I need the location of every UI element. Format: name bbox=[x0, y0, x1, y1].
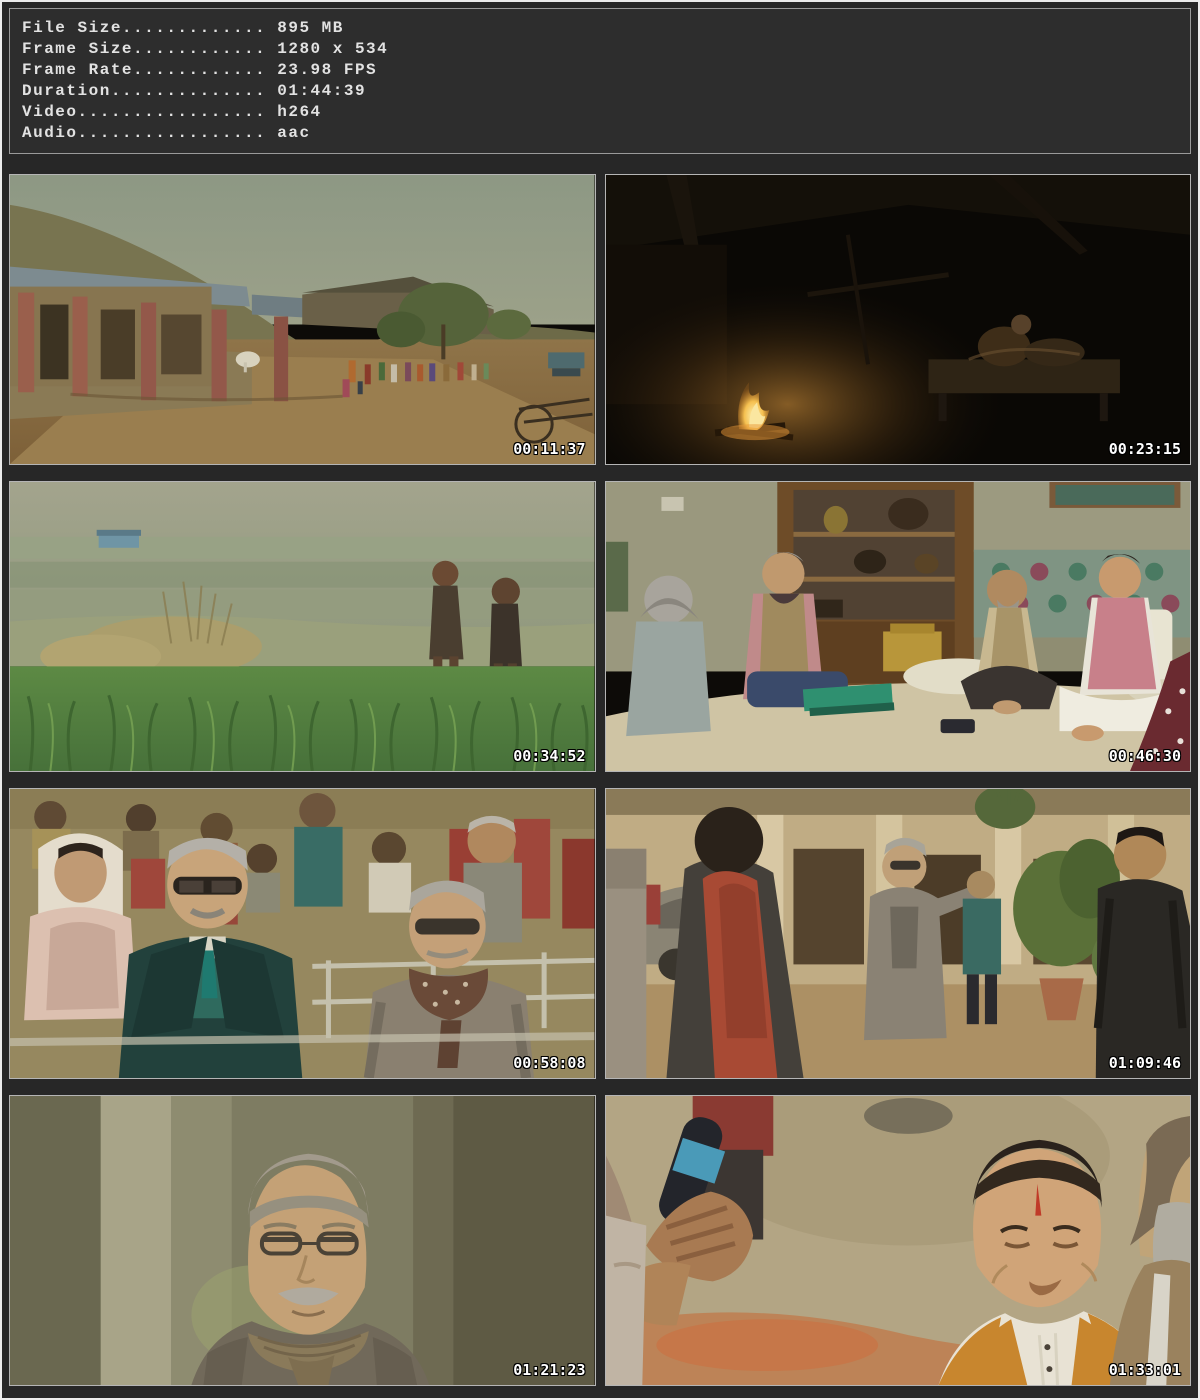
courtyard-scene-image bbox=[606, 789, 1191, 1078]
screenshot-grid: 00:11:37 bbox=[9, 174, 1191, 1386]
screenshot-thumbnail-1: 00:11:37 bbox=[9, 174, 596, 465]
info-label: Audio bbox=[22, 124, 78, 142]
indoor-meeting-scene-image bbox=[606, 482, 1191, 771]
screenshot-thumbnail-8: 01:33:01 bbox=[605, 1095, 1192, 1386]
info-dots: .............. bbox=[111, 82, 266, 100]
info-row-audio: Audio.................aac bbox=[22, 123, 1180, 144]
info-dots: ................. bbox=[78, 124, 267, 142]
info-value: h264 bbox=[266, 103, 321, 121]
file-info-box: File Size.............895 MB Frame Size.… bbox=[9, 8, 1191, 154]
info-dots: ............ bbox=[133, 61, 266, 79]
media-info-page: File Size.............895 MB Frame Size.… bbox=[0, 0, 1200, 1400]
info-row-duration: Duration..............01:44:39 bbox=[22, 81, 1180, 102]
info-row-video: Video.................h264 bbox=[22, 102, 1180, 123]
info-value: aac bbox=[266, 124, 310, 142]
info-label: File Size bbox=[22, 19, 122, 37]
screenshot-thumbnail-3: 00:34:52 bbox=[9, 481, 596, 772]
info-row-file-size: File Size.............895 MB bbox=[22, 18, 1180, 39]
info-value: 01:44:39 bbox=[266, 82, 366, 100]
audience-scene-image bbox=[10, 789, 595, 1078]
info-label: Duration bbox=[22, 82, 111, 100]
info-row-frame-size: Frame Size............1280 x 534 bbox=[22, 39, 1180, 60]
info-dots: ............ bbox=[133, 40, 266, 58]
info-value: 1280 x 534 bbox=[266, 40, 388, 58]
timestamp-overlay: 00:23:15 bbox=[1109, 440, 1181, 458]
children-field-scene-image bbox=[10, 482, 595, 771]
info-value: 23.98 FPS bbox=[266, 61, 377, 79]
info-label: Frame Size bbox=[22, 40, 133, 58]
screenshot-thumbnail-2: 00:23:15 bbox=[605, 174, 1192, 465]
screenshot-thumbnail-5: 00:58:08 bbox=[9, 788, 596, 1079]
info-value: 895 MB bbox=[266, 19, 344, 37]
timestamp-overlay: 00:58:08 bbox=[513, 1054, 585, 1072]
timestamp-overlay: 00:46:30 bbox=[1109, 747, 1181, 765]
timestamp-overlay: 01:33:01 bbox=[1109, 1361, 1181, 1379]
info-dots: ................. bbox=[78, 103, 267, 121]
night-campfire-scene-image bbox=[606, 175, 1191, 464]
timestamp-overlay: 00:11:37 bbox=[513, 440, 585, 458]
elderly-man-closeup-image bbox=[10, 1096, 595, 1385]
orange-vest-man-scene-image bbox=[606, 1096, 1191, 1385]
timestamp-overlay: 01:09:46 bbox=[1109, 1054, 1181, 1072]
info-label: Video bbox=[22, 103, 78, 121]
info-dots: ............. bbox=[122, 19, 266, 37]
screenshot-thumbnail-6: 01:09:46 bbox=[605, 788, 1192, 1079]
screenshot-thumbnail-4: 00:46:30 bbox=[605, 481, 1192, 772]
village-street-scene-image bbox=[10, 175, 595, 464]
info-row-frame-rate: Frame Rate............23.98 FPS bbox=[22, 60, 1180, 81]
screenshot-thumbnail-7: 01:21:23 bbox=[9, 1095, 596, 1386]
woman-headscarf bbox=[24, 833, 137, 1020]
timestamp-overlay: 01:21:23 bbox=[513, 1361, 585, 1379]
timestamp-overlay: 00:34:52 bbox=[513, 747, 585, 765]
info-label: Frame Rate bbox=[22, 61, 133, 79]
